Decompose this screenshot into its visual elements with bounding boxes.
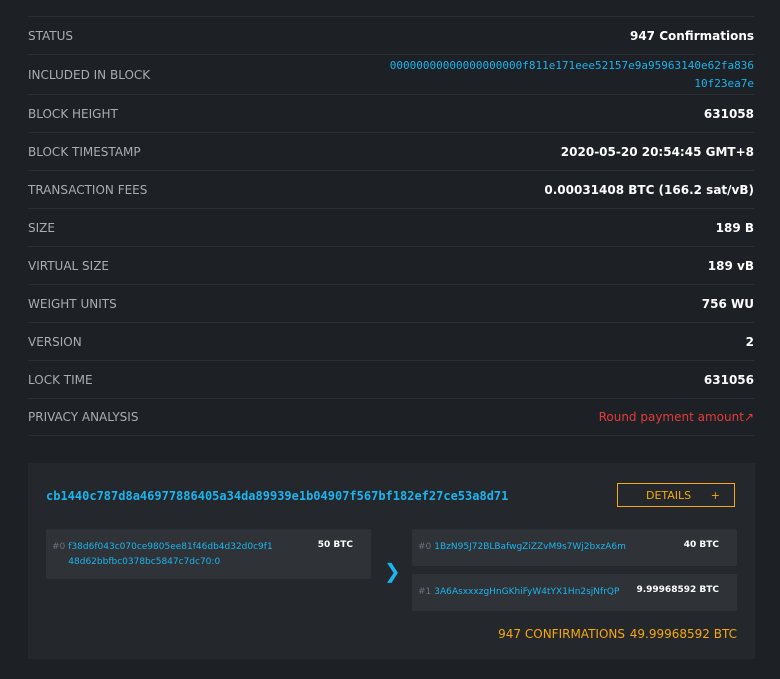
input-amount: 50 BTC — [317, 540, 353, 550]
status-value: 947 Confirmations — [629, 28, 754, 43]
virtual-size-value: 189 vB — [707, 258, 754, 273]
virtual-size-label: VIRTUAL SIZE — [28, 258, 109, 273]
plus-icon: + — [710, 488, 720, 502]
output-amount: 40 BTC — [683, 540, 719, 550]
weight-units-label: WEIGHT UNITS — [28, 296, 117, 311]
transaction-details-table: STATUS 947 Confirmations INCLUDED IN BLO… — [28, 16, 754, 436]
input-index: #0 — [52, 542, 66, 552]
external-link-icon: ↗ — [743, 410, 754, 424]
transaction-fees-row: TRANSACTION FEES 0.00031408 BTC (166.2 s… — [28, 170, 754, 208]
privacy-analysis-label: PRIVACY ANALYSIS — [28, 410, 139, 424]
block-hash-link[interactable]: 00000000000000000000f811e171eee52157e9a9… — [384, 57, 754, 93]
block-timestamp-value: 2020-05-20 20:54:45 GMT+8 — [560, 144, 754, 159]
virtual-size-row: VIRTUAL SIZE 189 vB — [28, 246, 754, 284]
transaction-panel: cb1440c787d8a46977886405a34da89939e1b049… — [28, 463, 755, 659]
weight-units-value: 756 WU — [701, 296, 754, 311]
weight-units-row: WEIGHT UNITS 756 WU — [28, 284, 754, 322]
total-amount: 49.99968592 BTC — [629, 627, 737, 641]
privacy-analysis-value: Round payment amount — [598, 410, 744, 424]
included-in-block-label: INCLUDED IN BLOCK — [28, 67, 151, 82]
included-in-block-row: INCLUDED IN BLOCK 00000000000000000000f8… — [28, 54, 754, 94]
lock-time-row: LOCK TIME 631056 — [28, 360, 754, 398]
version-row: VERSION 2 — [28, 322, 754, 360]
block-height-row: BLOCK HEIGHT 631058 — [28, 94, 754, 132]
details-button-label: DETAILS — [646, 488, 692, 502]
output-item: #0 1BzN95J72BLBafwgZiZZvM9s7Wj2bxzA6m 40… — [412, 529, 737, 566]
output-amount: 9.99968592 BTC — [636, 585, 719, 595]
size-value: 189 B — [715, 220, 754, 235]
output-address-link[interactable]: 3A6AsxxxzgHnGKhiFyW4tYX1Hn2sjNfrQP — [434, 585, 619, 600]
transaction-fees-label: TRANSACTION FEES — [28, 182, 148, 197]
version-label: VERSION — [28, 334, 82, 349]
input-address-link[interactable]: f38d6f043c070ce9805ee81f46db4d32d0c9f148… — [68, 540, 278, 570]
output-item: #1 3A6AsxxxzgHnGKhiFyW4tYX1Hn2sjNfrQP 9.… — [412, 574, 737, 611]
status-row: STATUS 947 Confirmations — [28, 16, 754, 54]
output-address-link[interactable]: 1BzN95J72BLBafwgZiZZvM9s7Wj2bxzA6m — [434, 540, 626, 555]
size-row: SIZE 189 B — [28, 208, 754, 246]
output-index: #1 — [418, 587, 432, 597]
size-label: SIZE — [28, 220, 55, 235]
confirmations-badge: 947 CONFIRMATIONS — [498, 627, 625, 641]
block-timestamp-label: BLOCK TIMESTAMP — [28, 144, 141, 159]
version-value: 2 — [745, 334, 754, 349]
transaction-fees-value: 0.00031408 BTC (166.2 sat/vB) — [544, 182, 754, 197]
lock-time-value: 631056 — [703, 372, 754, 387]
details-button[interactable]: DETAILS + — [617, 483, 735, 507]
output-index: #0 — [418, 542, 432, 552]
input-item: #0 f38d6f043c070ce9805ee81f46db4d32d0c9f… — [46, 529, 371, 579]
txid-link[interactable]: cb1440c787d8a46977886405a34da89939e1b049… — [46, 489, 508, 503]
block-height-value: 631058 — [703, 106, 754, 121]
status-label: STATUS — [28, 28, 74, 43]
block-height-label: BLOCK HEIGHT — [28, 106, 118, 121]
lock-time-label: LOCK TIME — [28, 372, 93, 387]
block-timestamp-row: BLOCK TIMESTAMP 2020-05-20 20:54:45 GMT+… — [28, 132, 754, 170]
privacy-analysis-row: PRIVACY ANALYSIS Round payment amount↗ — [28, 398, 754, 436]
privacy-analysis-link[interactable]: Round payment amount↗ — [599, 410, 754, 424]
chevron-right-icon: ❯ — [384, 559, 401, 583]
